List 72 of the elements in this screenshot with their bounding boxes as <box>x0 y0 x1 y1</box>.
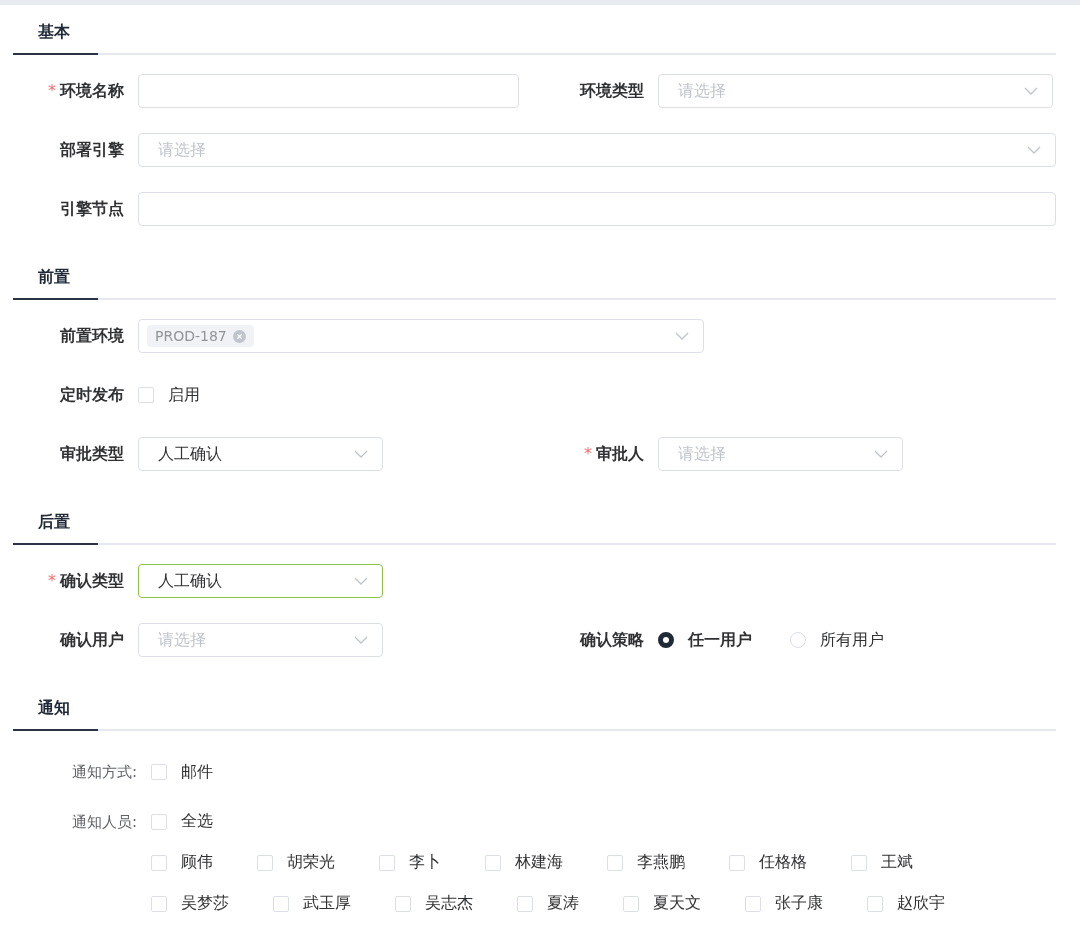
checkbox[interactable] <box>623 895 639 912</box>
checkbox-label: 吴梦莎 <box>181 893 229 914</box>
checkbox-label: 张子康 <box>775 893 823 914</box>
checkbox-label: 全选 <box>181 811 213 832</box>
checkbox[interactable] <box>867 895 883 912</box>
checkbox[interactable] <box>485 854 501 871</box>
checkbox[interactable] <box>395 895 411 912</box>
checkbox[interactable] <box>729 854 745 871</box>
text-input[interactable] <box>138 74 519 108</box>
checkbox-label: 胡荣光 <box>287 852 335 873</box>
checkbox[interactable] <box>151 813 167 830</box>
checkbox[interactable] <box>607 854 623 871</box>
field-label: 通知方式: <box>70 762 137 783</box>
checkbox-label: 启用 <box>168 384 200 406</box>
checkbox-label: 吴志杰 <box>425 893 473 914</box>
checkbox[interactable] <box>151 764 167 780</box>
checkbox[interactable] <box>151 854 167 871</box>
field-label: * 环境名称 <box>47 80 124 102</box>
checkbox-label: 任格格 <box>759 852 807 873</box>
chevron-down-icon <box>675 332 689 340</box>
field-label: * 审批人 <box>583 443 644 465</box>
chevron-down-icon <box>1027 146 1041 154</box>
checkbox-label: 林建海 <box>515 852 563 873</box>
chevron-down-icon <box>354 577 368 585</box>
section-title: 前置 <box>13 267 98 300</box>
checkbox-label: 夏涛 <box>547 893 579 914</box>
checkbox-label: 赵欣宇 <box>897 893 945 914</box>
chevron-down-icon <box>1024 87 1038 95</box>
field-label: 确认策略 <box>579 629 644 651</box>
field-label: 通知人员: <box>70 812 137 833</box>
checkbox[interactable] <box>851 854 867 871</box>
checkbox-label: 邮件 <box>181 761 213 783</box>
chevron-down-icon <box>354 450 368 458</box>
checkbox-label: 夏天文 <box>653 893 701 914</box>
checkbox[interactable] <box>151 895 167 912</box>
radio-label: 任一用户 <box>688 629 752 651</box>
select-dropdown[interactable]: 人工确认 <box>138 437 383 471</box>
field-label: 前置环境 <box>59 325 124 347</box>
tag: PROD-187 <box>147 325 254 347</box>
checkbox[interactable] <box>745 895 761 912</box>
checkbox[interactable] <box>273 895 289 912</box>
field-label: * 确认类型 <box>47 570 124 592</box>
checkbox-label: 顾伟 <box>181 852 213 873</box>
select-dropdown[interactable]: 人工确认 <box>138 564 383 598</box>
checkbox[interactable] <box>517 895 533 912</box>
select-dropdown[interactable]: 请选择 <box>138 623 383 657</box>
close-icon[interactable] <box>232 329 246 343</box>
select-dropdown[interactable]: 请选择 <box>658 74 1053 108</box>
section-title: 后置 <box>13 512 98 545</box>
field-label: 确认用户 <box>59 629 124 651</box>
radio-label: 所有用户 <box>820 629 884 651</box>
field-label: 环境类型 <box>578 80 644 102</box>
multi-select[interactable]: PROD-187 <box>138 319 704 353</box>
checkbox[interactable] <box>138 387 154 403</box>
select-dropdown[interactable]: 请选择 <box>658 437 903 471</box>
field-label: 引擎节点 <box>59 198 124 220</box>
chevron-down-icon <box>354 636 368 644</box>
checkbox-label: 王斌 <box>881 852 913 873</box>
text-input[interactable] <box>138 192 1056 226</box>
select-dropdown[interactable]: 请选择 <box>138 133 1056 167</box>
checkbox-label: 李燕鹏 <box>637 852 685 873</box>
checkbox-label: 李卜 <box>409 852 441 873</box>
checkbox-label: 武玉厚 <box>303 893 351 914</box>
checkbox[interactable] <box>379 854 395 871</box>
radio-button[interactable] <box>658 632 674 648</box>
field-label: 部署引擎 <box>59 139 124 161</box>
section-title: 通知 <box>13 698 98 731</box>
checkbox[interactable] <box>257 854 273 871</box>
field-label: 定时发布 <box>59 384 124 406</box>
chevron-down-icon <box>874 450 888 458</box>
field-label: 审批类型 <box>59 443 124 465</box>
section-title: 基本 <box>13 22 98 55</box>
